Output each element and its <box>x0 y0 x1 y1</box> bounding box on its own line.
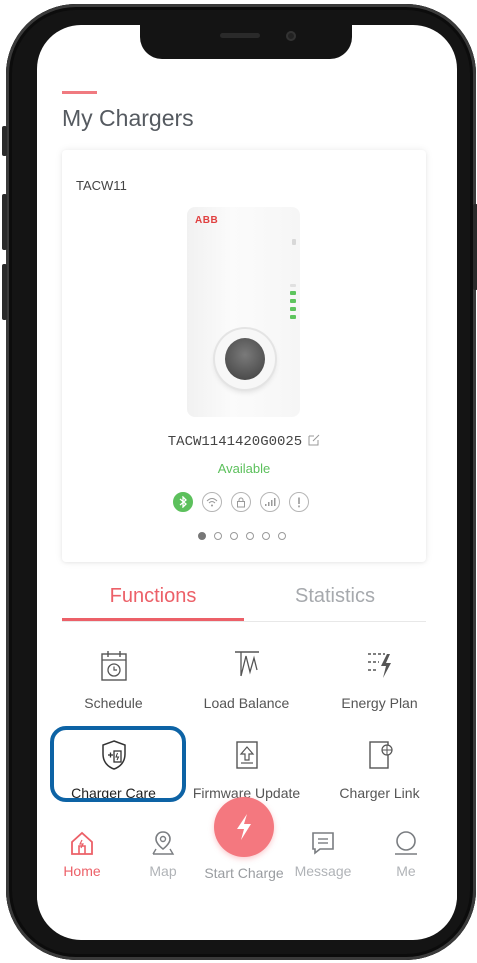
alert-icon <box>289 492 309 512</box>
serial-number-row[interactable]: TACW1141420G0025 <box>62 434 426 450</box>
socket-cover <box>225 338 265 380</box>
app-screen: My Chargers TACW11 ABB TACW1141420G0025 … <box>37 25 457 940</box>
start-charge-button[interactable] <box>214 797 274 857</box>
nav-message[interactable]: Message <box>288 830 358 879</box>
function-charger-link[interactable]: Charger Link <box>313 738 446 818</box>
sensor-dot <box>292 239 296 245</box>
tab-bar: Functions Statistics <box>62 580 426 622</box>
speaker <box>220 33 260 38</box>
volume-up-button <box>2 194 7 250</box>
start-charge-label: Start Charge <box>204 865 284 881</box>
title-accent-line <box>62 91 97 94</box>
nav-label: Home <box>63 863 101 879</box>
charger-image: ABB <box>187 207 300 417</box>
function-label: Charger Link <box>339 785 420 801</box>
cellular-icon <box>260 492 280 512</box>
tab-functions[interactable]: Functions <box>62 580 244 621</box>
volume-down-button <box>2 264 7 320</box>
page-title: My Chargers <box>62 105 194 131</box>
led <box>290 315 296 319</box>
led <box>290 299 296 303</box>
lightning-icon <box>237 814 251 840</box>
wifi-icon <box>202 492 222 512</box>
abb-logo: ABB <box>195 215 219 226</box>
function-energy-plan[interactable]: Energy Plan <box>313 648 446 728</box>
profile-icon <box>395 831 417 855</box>
tab-statistics[interactable]: Statistics <box>244 580 426 621</box>
function-label: Load Balance <box>203 695 290 711</box>
bluetooth-icon <box>173 492 193 512</box>
nav-label: Message <box>294 863 352 879</box>
status-icon-row <box>173 492 309 512</box>
card-pager[interactable] <box>198 532 286 540</box>
led-top <box>290 284 296 287</box>
led-indicators <box>290 284 296 323</box>
function-load-balance[interactable]: Load Balance <box>180 648 313 728</box>
nav-me[interactable]: Me <box>371 830 441 879</box>
pager-dot[interactable] <box>214 532 222 540</box>
charger-status: Available <box>217 461 271 476</box>
home-icon <box>71 831 93 855</box>
charger-link-icon <box>368 741 393 769</box>
map-pin-icon <box>152 831 175 855</box>
edit-icon[interactable] <box>308 434 320 449</box>
function-label: Energy Plan <box>341 695 418 711</box>
nav-label: Map <box>149 863 177 879</box>
led <box>290 291 296 295</box>
front-camera <box>286 31 296 41</box>
pager-dot[interactable] <box>262 532 270 540</box>
charging-socket <box>215 329 275 389</box>
pager-dot[interactable] <box>230 532 238 540</box>
power-button <box>473 204 477 290</box>
firmware-update-icon <box>235 741 258 769</box>
pager-dot[interactable] <box>278 532 286 540</box>
pager-dot[interactable] <box>246 532 254 540</box>
led <box>290 307 296 311</box>
serial-number: TACW1141420G0025 <box>167 434 303 450</box>
lock-icon <box>231 492 251 512</box>
charger-model: TACW11 <box>76 178 127 193</box>
mute-switch <box>2 126 7 156</box>
function-schedule[interactable]: Schedule <box>47 648 180 728</box>
pager-dot[interactable] <box>198 532 206 540</box>
charger-care-highlight <box>50 726 186 802</box>
load-balance-icon <box>234 651 259 677</box>
function-label: Schedule <box>84 695 143 711</box>
nav-home[interactable]: Home <box>47 830 117 879</box>
nav-label: Me <box>396 863 416 879</box>
nav-map[interactable]: Map <box>128 830 198 879</box>
calendar-clock-icon <box>100 651 127 681</box>
notch <box>140 25 352 59</box>
charger-card[interactable]: TACW11 ABB TACW1141420G0025 Available <box>62 150 426 562</box>
message-icon <box>312 832 334 855</box>
energy-plan-icon <box>367 653 391 678</box>
